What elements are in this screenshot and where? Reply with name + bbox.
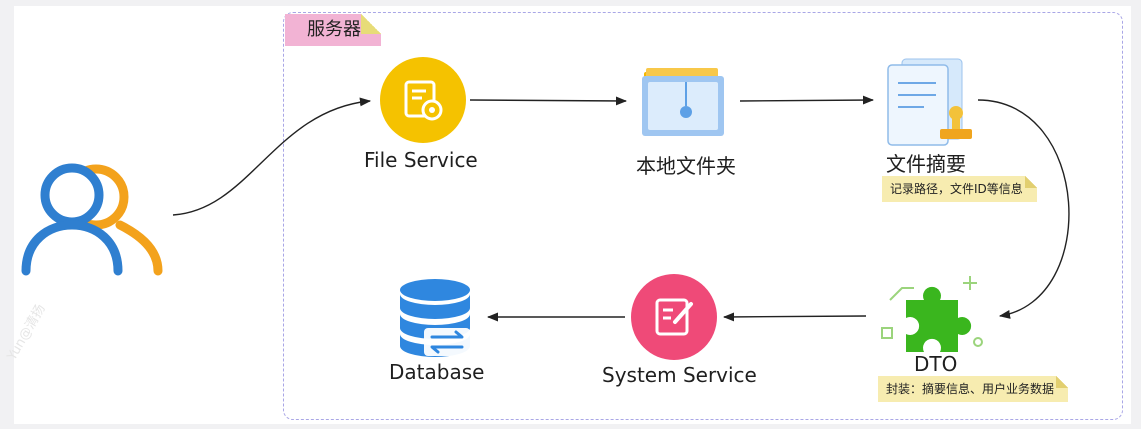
dto-note-text: 封装：摘要信息、用户业务数据 xyxy=(886,382,1055,396)
database-icon xyxy=(400,279,470,357)
file-summary-label: 文件摘要 xyxy=(886,152,966,176)
database-label: Database xyxy=(389,360,485,384)
note-fold xyxy=(1024,176,1037,188)
file-service-label: File Service xyxy=(364,148,478,172)
edit-document-icon xyxy=(631,274,717,360)
folder-icon xyxy=(642,68,724,136)
edge-user-to-file-service xyxy=(172,97,372,216)
edge-folder-to-summary xyxy=(739,95,875,105)
file-service-icon xyxy=(380,57,466,143)
local-folder-label: 本地文件夹 xyxy=(636,154,736,178)
dto-note: 封装：摘要信息、用户业务数据 xyxy=(878,376,1069,402)
edge-summary-to-dto xyxy=(977,99,1070,319)
edge-dto-to-system-service xyxy=(722,312,867,322)
summary-note-text: 记录路径，文件ID等信息 xyxy=(890,182,1023,196)
system-service-label: System Service xyxy=(602,363,757,387)
puzzle-piece-icon xyxy=(881,276,983,352)
document-stamp-icon xyxy=(887,58,972,146)
summary-note: 记录路径，文件ID等信息 xyxy=(882,176,1037,202)
note-fold xyxy=(1056,376,1069,388)
edge-file-service-to-folder xyxy=(469,96,628,106)
users-icon xyxy=(21,163,163,276)
dto-label: DTO xyxy=(914,352,958,376)
